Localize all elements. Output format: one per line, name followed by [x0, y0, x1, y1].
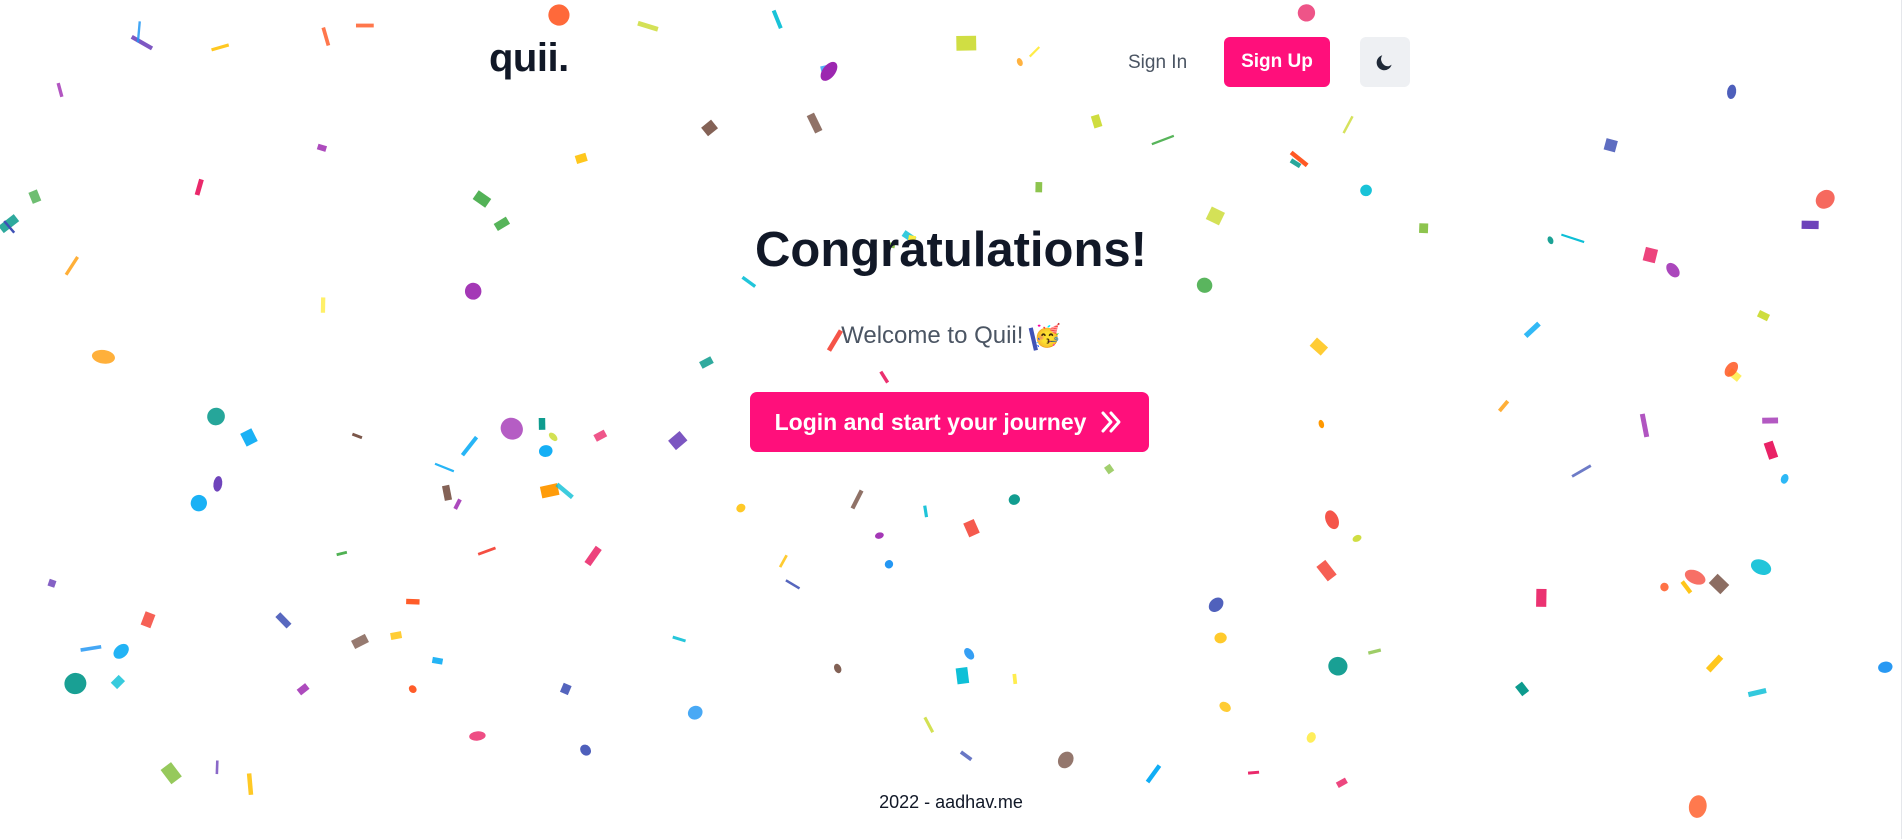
cta-label: Login and start your journey — [774, 408, 1087, 435]
page-title: Congratulations! — [755, 223, 1147, 277]
main-content: Congratulations! Welcome to Quii! 🥳 Login… — [0, 0, 1902, 839]
party-face-icon: 🥳 — [1033, 323, 1061, 348]
double-chevron-right-icon — [1101, 411, 1121, 433]
footer-text: 2022 - aadhav.me — [879, 792, 1023, 812]
welcome-label: Welcome to Quii! — [841, 322, 1024, 349]
login-start-journey-button[interactable]: Login and start your journey — [750, 392, 1149, 452]
welcome-text: Welcome to Quii! 🥳 — [0, 322, 1902, 350]
